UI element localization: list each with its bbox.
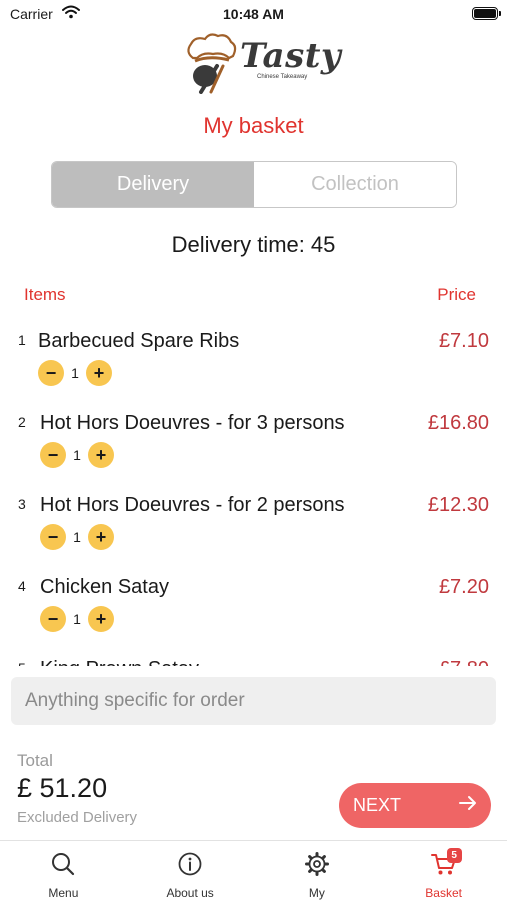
delivery-time-value: 45 bbox=[310, 232, 336, 257]
quantity-stepper: − 1 + bbox=[38, 360, 112, 386]
quantity-stepper: − 1 + bbox=[40, 442, 114, 468]
item-name: Hot Hors Doeuvres - for 3 persons bbox=[40, 412, 345, 434]
item-name: Barbecued Spare Ribs bbox=[38, 330, 240, 352]
delivery-tab[interactable]: Delivery bbox=[52, 162, 254, 207]
basket-item: 3 Hot Hors Doeuvres - for 2 persons £12.… bbox=[0, 482, 507, 562]
item-number: 1 bbox=[18, 332, 26, 348]
delivery-mode-toggle: Delivery Collection bbox=[51, 161, 457, 208]
items-column-header: Items bbox=[24, 285, 66, 304]
order-note-input[interactable] bbox=[11, 677, 496, 725]
tab-label: My bbox=[308, 886, 325, 900]
tab-bar: Menu About us My 5 Basket bbox=[0, 840, 507, 901]
item-price: £7.20 bbox=[438, 576, 489, 598]
next-button[interactable]: NEXT bbox=[339, 783, 491, 828]
total-label: Total bbox=[17, 751, 53, 770]
total-value: £ 51.20 bbox=[17, 773, 108, 803]
decrease-quantity-button[interactable]: − bbox=[38, 360, 64, 386]
gear-icon bbox=[304, 851, 330, 877]
quantity-value: 1 bbox=[71, 365, 79, 381]
chef-hat-logo-icon bbox=[187, 33, 237, 94]
tab-label: Menu bbox=[48, 886, 79, 900]
item-price: £16.80 bbox=[427, 412, 489, 434]
item-number: 2 bbox=[18, 414, 26, 430]
decrease-quantity-button[interactable]: − bbox=[40, 442, 66, 468]
quantity-value: 1 bbox=[73, 611, 81, 627]
status-bar: Carrier 10:48 AM bbox=[0, 0, 507, 30]
tasty-logo: Tasty Chinese Takeaway bbox=[183, 30, 341, 94]
logo-subtitle: Chinese Takeaway bbox=[257, 74, 308, 80]
decrease-quantity-button[interactable]: − bbox=[40, 524, 66, 550]
price-column-header: Price bbox=[437, 285, 476, 304]
delivery-time-label: Delivery time: bbox=[171, 232, 305, 257]
quantity-stepper: − 1 + bbox=[40, 606, 114, 632]
arrow-right-icon bbox=[459, 794, 477, 817]
tab-label: Basket bbox=[425, 886, 462, 900]
quantity-value: 1 bbox=[73, 529, 81, 545]
page-title: My basket bbox=[203, 113, 304, 138]
battery-icon bbox=[472, 7, 501, 20]
clock: 10:48 AM bbox=[223, 6, 284, 22]
item-number: 5 bbox=[18, 660, 26, 666]
cart-count-badge: 5 bbox=[446, 848, 462, 863]
increase-quantity-button[interactable]: + bbox=[86, 360, 112, 386]
increase-quantity-button[interactable]: + bbox=[88, 606, 114, 632]
tab-basket[interactable]: 5 Basket bbox=[380, 841, 507, 901]
collection-tab[interactable]: Collection bbox=[254, 162, 456, 207]
next-button-label: NEXT bbox=[353, 795, 402, 815]
tab-menu[interactable]: Menu bbox=[0, 841, 127, 901]
tab-my[interactable]: My bbox=[254, 841, 381, 901]
basket-item: 2 Hot Hors Doeuvres - for 3 persons £16.… bbox=[0, 400, 507, 480]
basket-list[interactable]: 1 Barbecued Spare Ribs £7.10 − 1 + 2 Hot… bbox=[0, 318, 507, 666]
search-icon bbox=[50, 851, 76, 877]
basket-item: 1 Barbecued Spare Ribs £7.10 − 1 + bbox=[0, 318, 507, 398]
total-note: Excluded Delivery bbox=[17, 809, 138, 826]
item-number: 3 bbox=[18, 496, 26, 512]
quantity-stepper: − 1 + bbox=[40, 524, 114, 550]
decrease-quantity-button[interactable]: − bbox=[40, 606, 66, 632]
item-price: £12.30 bbox=[427, 494, 489, 516]
logo-wordmark: Tasty bbox=[240, 36, 342, 76]
basket-item: 4 Chicken Satay £7.20 − 1 + bbox=[0, 564, 507, 644]
item-name: King Prawn Satay bbox=[40, 658, 199, 666]
basket-item: 5 King Prawn Satay £7.80 − 1 + bbox=[0, 646, 507, 666]
cart-icon: 5 bbox=[430, 848, 462, 877]
tab-label: About us bbox=[166, 886, 214, 900]
increase-quantity-button[interactable]: + bbox=[88, 442, 114, 468]
quantity-value: 1 bbox=[73, 447, 81, 463]
item-name: Chicken Satay bbox=[40, 576, 169, 598]
info-icon bbox=[177, 851, 203, 877]
item-price: £7.10 bbox=[438, 330, 489, 352]
item-number: 4 bbox=[18, 578, 26, 594]
delivery-time: Delivery time: 45 bbox=[0, 232, 507, 258]
item-name: Hot Hors Doeuvres - for 2 persons bbox=[40, 494, 345, 516]
item-price: £7.80 bbox=[439, 658, 489, 666]
tab-about-us[interactable]: About us bbox=[127, 841, 254, 901]
increase-quantity-button[interactable]: + bbox=[88, 524, 114, 550]
